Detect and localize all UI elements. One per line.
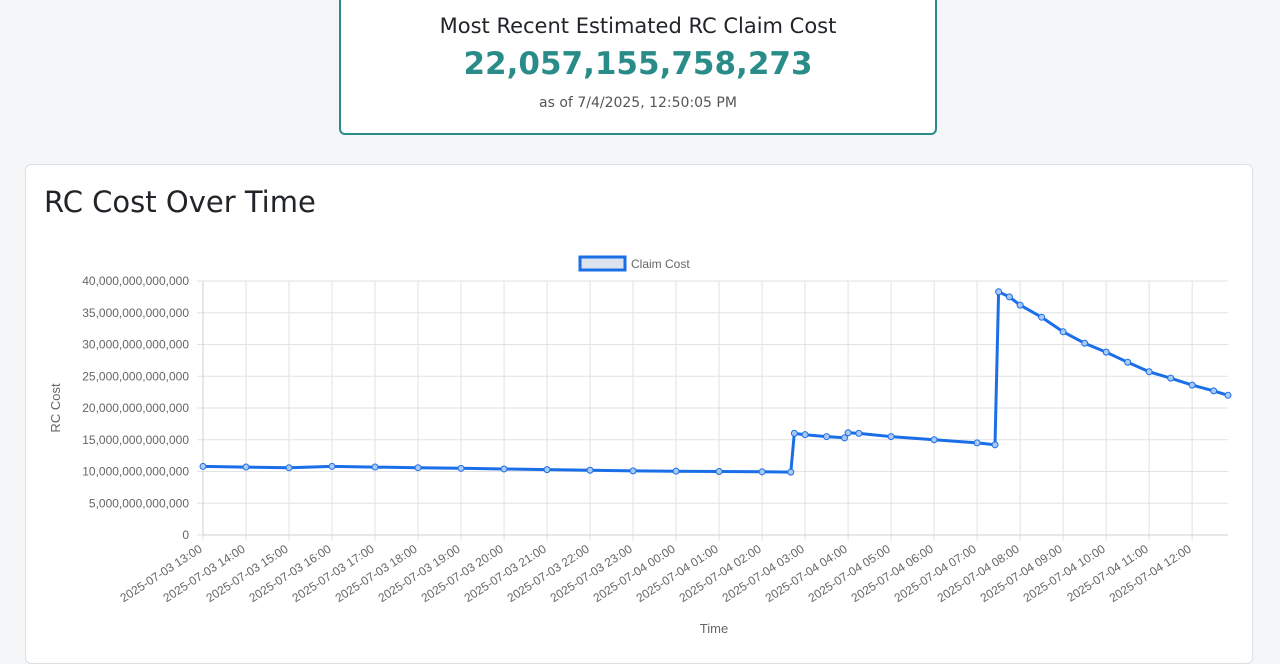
data-point: [629, 467, 637, 475]
data-point: [1081, 339, 1089, 347]
data-point: [285, 464, 293, 472]
y-tick-label: 10,000,000,000,000: [82, 465, 189, 479]
data-point: [1102, 348, 1110, 356]
data-point: [242, 463, 250, 471]
data-point: [715, 468, 723, 475]
data-point: [672, 467, 680, 475]
data-point: [371, 463, 379, 471]
data-point: [801, 431, 809, 439]
data-point: [457, 464, 465, 472]
data-point: [328, 462, 336, 470]
data-point: [1167, 374, 1175, 382]
data-point: [1124, 358, 1132, 366]
data-point: [1038, 313, 1046, 321]
y-tick-label: 15,000,000,000,000: [82, 433, 189, 447]
y-tick-label: 0: [182, 528, 189, 542]
legend-swatch: [578, 255, 627, 272]
data-point: [1145, 368, 1153, 376]
y-tick-label: 30,000,000,000,000: [82, 338, 189, 352]
data-point: [1188, 381, 1196, 389]
x-axis-title: Time: [700, 621, 728, 636]
data-point: [1016, 301, 1024, 309]
data-point: [995, 288, 1003, 296]
data-point: [930, 436, 938, 444]
rc-cost-line-chart[interactable]: 0 5,000,000,000,000 10,000,000,000,000 15,0…: [0, 0, 1280, 646]
data-point: [844, 429, 852, 437]
data-point: [790, 429, 798, 437]
y-tick-label: 20,000,000,000,000: [82, 401, 189, 415]
y-tick-label: 5,000,000,000,000: [89, 496, 189, 510]
y-tick-label: 40,000,000,000,000: [82, 274, 189, 288]
data-point: [586, 466, 594, 474]
series-line: [202, 290, 1229, 474]
data-point: [855, 429, 863, 437]
data-point: [543, 466, 551, 474]
data-point: [199, 462, 207, 470]
data-point: [823, 433, 831, 441]
data-point: [1059, 328, 1067, 336]
data-point: [887, 433, 895, 441]
data-point: [758, 468, 766, 476]
data-point: [1210, 387, 1218, 395]
data-point: [973, 439, 981, 447]
data-point: [414, 464, 422, 472]
data-point: [1224, 391, 1232, 399]
data-point: [787, 468, 795, 476]
data-point: [991, 441, 999, 449]
y-tick-label: 35,000,000,000,000: [82, 306, 189, 320]
y-axis-title: RC Cost: [48, 383, 63, 433]
data-point: [1005, 293, 1013, 301]
data-point: [500, 465, 508, 473]
y-tick-label: 25,000,000,000,000: [82, 369, 189, 383]
legend-label: Claim Cost: [631, 257, 690, 271]
